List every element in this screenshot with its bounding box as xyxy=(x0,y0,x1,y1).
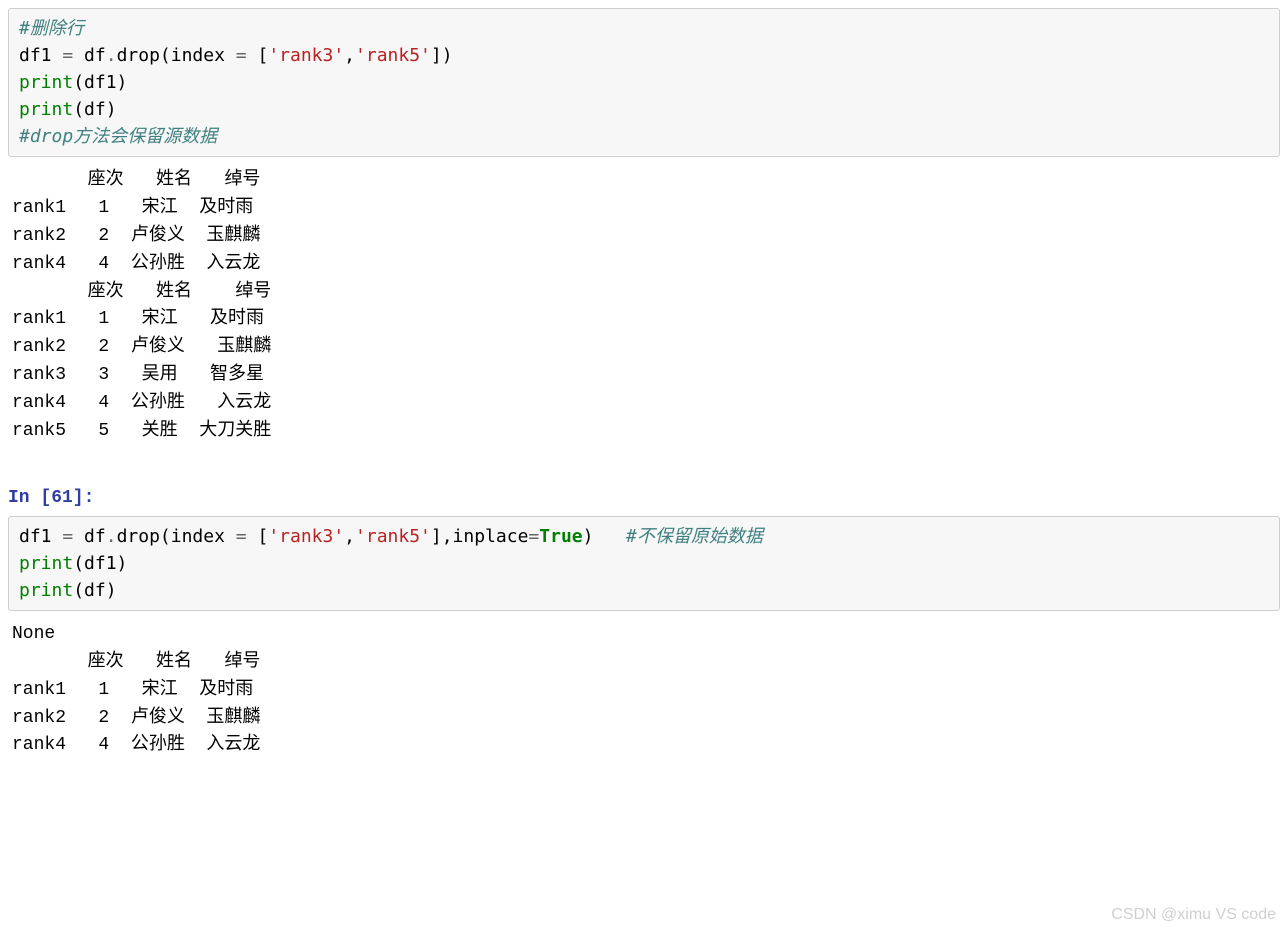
output-text-1: 座次 姓名 绰号 rank1 1 宋江 及时雨 rank2 2 卢俊义 玉麒麟 … xyxy=(12,167,1276,446)
comment-line: #drop方法会保留源数据 xyxy=(19,126,217,147)
code-cell-2[interactable]: df1 = df.drop(index = ['rank3','rank5'],… xyxy=(8,516,1280,611)
code-content-1: #删除行 df1 = df.drop(index = ['rank3','ran… xyxy=(19,15,1269,150)
comment-line: #删除行 xyxy=(19,18,84,39)
output-text-2: None 座次 姓名 绰号 rank1 1 宋江 及时雨 rank2 2 卢俊义… xyxy=(12,621,1276,760)
input-prompt: In [61]: xyxy=(8,488,1280,508)
code-cell-1[interactable]: #删除行 df1 = df.drop(index = ['rank3','ran… xyxy=(8,8,1280,157)
watermark-text: CSDN @ximu VS code xyxy=(1111,906,1276,924)
code-content-2: df1 = df.drop(index = ['rank3','rank5'],… xyxy=(19,523,1269,604)
output-area-1: 座次 姓名 绰号 rank1 1 宋江 及时雨 rank2 2 卢俊义 玉麒麟 … xyxy=(8,165,1280,448)
output-area-2: None 座次 姓名 绰号 rank1 1 宋江 及时雨 rank2 2 卢俊义… xyxy=(8,619,1280,762)
